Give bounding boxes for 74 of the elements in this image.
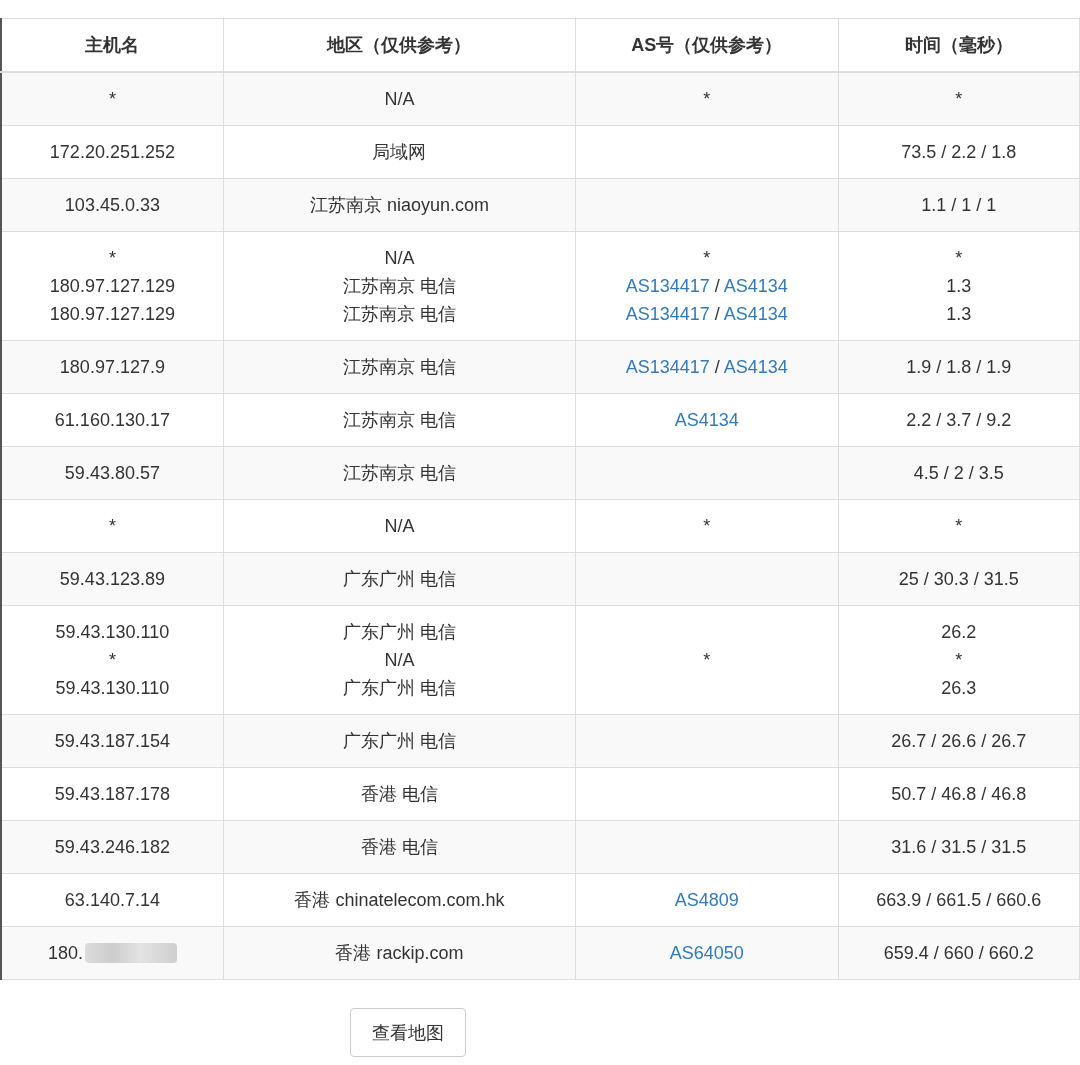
- as-link[interactable]: AS134417: [625, 357, 710, 377]
- time-text: 1.3: [946, 303, 972, 326]
- host-text: *: [108, 515, 116, 538]
- host-text: 59.43.187.154: [54, 730, 170, 753]
- as-text: *: [703, 89, 711, 109]
- region-text: N/A: [384, 515, 415, 538]
- host-text: 59.43.123.89: [59, 568, 165, 591]
- as-link[interactable]: AS64050: [669, 943, 744, 963]
- time-text: *: [955, 649, 963, 672]
- host-text: *: [108, 247, 116, 270]
- as-link[interactable]: AS4134: [723, 304, 788, 324]
- host-text: 63.140.7.14: [64, 889, 160, 912]
- time-text: 31.6 / 31.5 / 31.5: [891, 836, 1027, 859]
- time-text: 659.4 / 660 / 660.2: [883, 942, 1034, 965]
- time-text: 4.5 / 2 / 3.5: [913, 462, 1004, 485]
- time-text: 663.9 / 661.5 / 660.6: [876, 889, 1042, 912]
- view-map-button[interactable]: 查看地图: [350, 1008, 466, 1057]
- as-text: *: [703, 248, 711, 268]
- region-text: N/A: [384, 247, 415, 270]
- region-text: 广东广州 电信: [342, 730, 456, 753]
- time-text: 73.5 / 2.2 / 1.8: [901, 141, 1017, 164]
- region-text: 香港 电信: [360, 783, 438, 806]
- as-text: /: [713, 276, 721, 296]
- as-link[interactable]: AS134417: [625, 276, 710, 296]
- region-text: 江苏南京 电信: [342, 409, 456, 432]
- host-text: 180.: [47, 942, 83, 965]
- region-text: 江苏南京 电信: [342, 356, 456, 379]
- region-text: 广东广州 电信: [342, 621, 456, 644]
- as-text: *: [703, 650, 711, 670]
- as-link[interactable]: AS4134: [723, 357, 788, 377]
- host-text: 180.97.127.129: [49, 275, 175, 298]
- time-text: 26.3: [941, 677, 977, 700]
- host-text: *: [108, 649, 116, 672]
- region-text: N/A: [384, 88, 415, 111]
- region-text: 江苏南京 电信: [342, 303, 456, 326]
- as-link[interactable]: AS4134: [723, 276, 788, 296]
- region-text: 香港 电信: [360, 836, 438, 859]
- host-text: 180.97.127.129: [49, 303, 175, 326]
- host-text: *: [108, 88, 116, 111]
- region-text: 江苏南京 niaoyun.com: [309, 194, 489, 217]
- time-text: *: [955, 88, 963, 111]
- host-text: 103.45.0.33: [64, 194, 160, 217]
- time-text: *: [955, 515, 963, 538]
- as-link[interactable]: AS4809: [674, 890, 739, 910]
- region-text: 广东广州 电信: [342, 677, 456, 700]
- host-text: 59.43.246.182: [54, 836, 170, 859]
- region-text: 局域网: [372, 141, 427, 164]
- time-text: 50.7 / 46.8 / 46.8: [891, 783, 1027, 806]
- time-text: 26.2: [941, 621, 977, 644]
- time-text: 2.2 / 3.7 / 9.2: [906, 409, 1012, 432]
- time-text: 1.9 / 1.8 / 1.9: [906, 356, 1012, 379]
- time-text: 1.3: [946, 275, 972, 298]
- time-text: *: [955, 247, 963, 270]
- time-text: 26.7 / 26.6 / 26.7: [891, 730, 1027, 753]
- region-text: 香港 rackip.com: [335, 942, 464, 965]
- host-text: 59.43.130.110: [55, 677, 170, 700]
- region-text: 香港 chinatelecom.com.hk: [294, 889, 505, 912]
- region-text: N/A: [384, 649, 415, 672]
- region-text: 江苏南京 电信: [342, 275, 456, 298]
- host-text: 180.97.127.9: [59, 356, 165, 379]
- host-text: 59.43.80.57: [64, 462, 160, 485]
- host-text: 61.160.130.17: [54, 409, 170, 432]
- region-text: 江苏南京 电信: [342, 462, 456, 485]
- host-text: 172.20.251.252: [49, 141, 175, 164]
- host-text: 59.43.130.110: [55, 621, 170, 644]
- time-text: 25 / 30.3 / 31.5: [898, 568, 1019, 591]
- host-text: 59.43.187.178: [54, 783, 170, 806]
- as-text: /: [713, 357, 721, 377]
- as-text: *: [703, 516, 711, 536]
- as-link[interactable]: AS4134: [674, 410, 739, 430]
- region-text: 广东广州 电信: [342, 568, 456, 591]
- as-text: /: [713, 304, 721, 324]
- time-text: 1.1 / 1 / 1: [921, 194, 997, 217]
- as-link[interactable]: AS134417: [625, 304, 710, 324]
